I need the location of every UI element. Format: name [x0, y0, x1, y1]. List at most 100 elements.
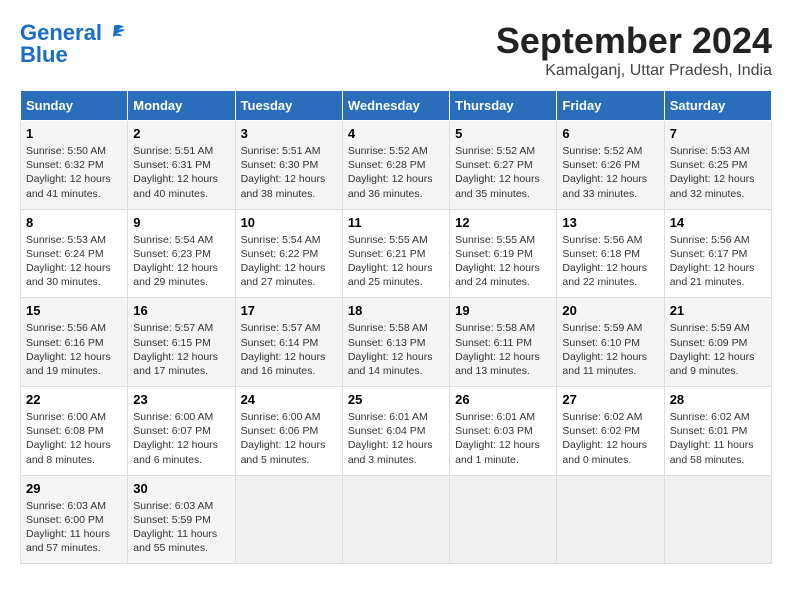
- day-cell: 21Sunrise: 5:59 AM Sunset: 6:09 PM Dayli…: [664, 298, 771, 387]
- day-cell: [235, 475, 342, 564]
- day-number: 18: [348, 303, 444, 318]
- header-tuesday: Tuesday: [235, 91, 342, 121]
- header-wednesday: Wednesday: [342, 91, 449, 121]
- day-cell: 11 Sunrise: 5:55 AM Sunset: 6:21 PM Dayli…: [342, 209, 449, 298]
- day-cell: 2 Sunrise: 5:51 AM Sunset: 6:31 PM Daylig…: [128, 121, 235, 210]
- day-cell: 20 Sunrise: 5:59 AM Sunset: 6:10 PM Dayli…: [557, 298, 664, 387]
- day-info-text: Sunrise: 5:53 AM Sunset: 6:24 PM Dayligh…: [26, 234, 111, 289]
- day-number: 14: [670, 215, 766, 230]
- day-number: 19: [455, 303, 551, 318]
- day-number: 6: [562, 126, 658, 141]
- calendar-table: SundayMondayTuesdayWednesdayThursdayFrid…: [20, 90, 772, 564]
- day-number: 11: [348, 215, 444, 230]
- day-info-text: Sunrise: 5:57 AM Sunset: 6:15 PM Dayligh…: [133, 322, 218, 377]
- day-cell: 12Sunrise: 5:55 AM Sunset: 6:19 PM Dayli…: [450, 209, 557, 298]
- day-cell: 10Sunrise: 5:54 AM Sunset: 6:22 PM Dayli…: [235, 209, 342, 298]
- logo: General Blue: [20, 20, 126, 68]
- day-number: 4: [348, 126, 444, 141]
- day-info-text: Sunrise: 5:56 AM Sunset: 6:16 PM Dayligh…: [26, 322, 111, 377]
- day-cell: 19 Sunrise: 5:58 AM Sunset: 6:11 PM Dayli…: [450, 298, 557, 387]
- month-title: September 2024: [496, 20, 772, 62]
- day-cell: 8 Sunrise: 5:53 AM Sunset: 6:24 PM Daylig…: [21, 209, 128, 298]
- day-cell: 3 Sunrise: 5:51 AM Sunset: 6:30 PM Daylig…: [235, 121, 342, 210]
- day-cell: 6 Sunrise: 5:52 AM Sunset: 6:26 PM Daylig…: [557, 121, 664, 210]
- day-info-text: Sunrise: 5:54 AM Sunset: 6:23 PM Dayligh…: [133, 234, 218, 289]
- day-cell: 26 Sunrise: 6:01 AM Sunset: 6:03 PM Dayli…: [450, 387, 557, 476]
- day-number: 30: [133, 481, 229, 496]
- day-cell: 29Sunrise: 6:03 AM Sunset: 6:00 PM Dayli…: [21, 475, 128, 564]
- day-number: 24: [241, 392, 337, 407]
- day-info-text: Sunrise: 6:02 AM Sunset: 6:02 PM Dayligh…: [562, 411, 647, 466]
- day-cell: 13 Sunrise: 5:56 AM Sunset: 6:18 PM Dayli…: [557, 209, 664, 298]
- day-number: 7: [670, 126, 766, 141]
- day-info-text: Sunrise: 6:02 AM Sunset: 6:01 PM Dayligh…: [670, 411, 754, 466]
- day-info-text: Sunrise: 5:55 AM Sunset: 6:19 PM Dayligh…: [455, 234, 540, 289]
- day-cell: 23Sunrise: 6:00 AM Sunset: 6:07 PM Dayli…: [128, 387, 235, 476]
- day-number: 16: [133, 303, 229, 318]
- day-number: 27: [562, 392, 658, 407]
- day-info-text: Sunrise: 5:50 AM Sunset: 6:32 PM Dayligh…: [26, 145, 111, 200]
- day-cell: 9 Sunrise: 5:54 AM Sunset: 6:23 PM Daylig…: [128, 209, 235, 298]
- day-info-text: Sunrise: 5:57 AM Sunset: 6:14 PM Dayligh…: [241, 322, 326, 377]
- day-cell: 24 Sunrise: 6:00 AM Sunset: 6:06 PM Dayli…: [235, 387, 342, 476]
- day-number: 5: [455, 126, 551, 141]
- day-number: 8: [26, 215, 122, 230]
- day-cell: 14 Sunrise: 5:56 AM Sunset: 6:17 PM Dayli…: [664, 209, 771, 298]
- day-info-text: Sunrise: 5:59 AM Sunset: 6:09 PM Dayligh…: [670, 322, 755, 377]
- logo-blue-text: Blue: [20, 42, 68, 68]
- calendar-body: 1 Sunrise: 5:50 AM Sunset: 6:32 PM Daylig…: [21, 121, 772, 564]
- day-cell: 7 Sunrise: 5:53 AM Sunset: 6:25 PM Daylig…: [664, 121, 771, 210]
- day-cell: 27 Sunrise: 6:02 AM Sunset: 6:02 PM Dayli…: [557, 387, 664, 476]
- day-info-text: Sunrise: 6:01 AM Sunset: 6:04 PM Dayligh…: [348, 411, 433, 466]
- day-info-text: Sunrise: 5:52 AM Sunset: 6:28 PM Dayligh…: [348, 145, 433, 200]
- day-cell: 22 Sunrise: 6:00 AM Sunset: 6:08 PM Dayli…: [21, 387, 128, 476]
- day-info-text: Sunrise: 5:59 AM Sunset: 6:10 PM Dayligh…: [562, 322, 647, 377]
- header-saturday: Saturday: [664, 91, 771, 121]
- day-cell: 1 Sunrise: 5:50 AM Sunset: 6:32 PM Daylig…: [21, 121, 128, 210]
- header-row: SundayMondayTuesdayWednesdayThursdayFrid…: [21, 91, 772, 121]
- day-cell: [664, 475, 771, 564]
- day-info-text: Sunrise: 5:56 AM Sunset: 6:17 PM Dayligh…: [670, 234, 755, 289]
- day-info-text: Sunrise: 5:52 AM Sunset: 6:27 PM Dayligh…: [455, 145, 540, 200]
- day-cell: 18Sunrise: 5:58 AM Sunset: 6:13 PM Dayli…: [342, 298, 449, 387]
- week-row-3: 15Sunrise: 5:56 AM Sunset: 6:16 PM Dayli…: [21, 298, 772, 387]
- day-info-text: Sunrise: 6:00 AM Sunset: 6:08 PM Dayligh…: [26, 411, 111, 466]
- day-number: 9: [133, 215, 229, 230]
- day-cell: 16 Sunrise: 5:57 AM Sunset: 6:15 PM Dayli…: [128, 298, 235, 387]
- day-info-text: Sunrise: 5:56 AM Sunset: 6:18 PM Dayligh…: [562, 234, 647, 289]
- day-cell: [342, 475, 449, 564]
- day-info-text: Sunrise: 6:01 AM Sunset: 6:03 PM Dayligh…: [455, 411, 540, 466]
- day-number: 28: [670, 392, 766, 407]
- day-info-text: Sunrise: 5:52 AM Sunset: 6:26 PM Dayligh…: [562, 145, 647, 200]
- day-number: 20: [562, 303, 658, 318]
- day-number: 25: [348, 392, 444, 407]
- day-number: 17: [241, 303, 337, 318]
- day-info-text: Sunrise: 5:53 AM Sunset: 6:25 PM Dayligh…: [670, 145, 755, 200]
- day-cell: 25 Sunrise: 6:01 AM Sunset: 6:04 PM Dayli…: [342, 387, 449, 476]
- day-number: 1: [26, 126, 122, 141]
- day-info-text: Sunrise: 6:00 AM Sunset: 6:07 PM Dayligh…: [133, 411, 218, 466]
- day-number: 26: [455, 392, 551, 407]
- week-row-5: 29Sunrise: 6:03 AM Sunset: 6:00 PM Dayli…: [21, 475, 772, 564]
- calendar-header: SundayMondayTuesdayWednesdayThursdayFrid…: [21, 91, 772, 121]
- day-cell: 4 Sunrise: 5:52 AM Sunset: 6:28 PM Daylig…: [342, 121, 449, 210]
- week-row-4: 22 Sunrise: 6:00 AM Sunset: 6:08 PM Dayli…: [21, 387, 772, 476]
- day-info-text: Sunrise: 5:58 AM Sunset: 6:11 PM Dayligh…: [455, 322, 540, 377]
- day-cell: 28 Sunrise: 6:02 AM Sunset: 6:01 PM Dayli…: [664, 387, 771, 476]
- day-number: 29: [26, 481, 122, 496]
- day-number: 2: [133, 126, 229, 141]
- day-info-text: Sunrise: 5:51 AM Sunset: 6:31 PM Dayligh…: [133, 145, 218, 200]
- page-header: General Blue September 2024 Kamalganj, U…: [20, 20, 772, 80]
- day-number: 3: [241, 126, 337, 141]
- day-cell: [450, 475, 557, 564]
- calendar-title-area: September 2024 Kamalganj, Uttar Pradesh,…: [496, 20, 772, 80]
- day-info-text: Sunrise: 5:55 AM Sunset: 6:21 PM Dayligh…: [348, 234, 433, 289]
- day-info-text: Sunrise: 5:51 AM Sunset: 6:30 PM Dayligh…: [241, 145, 326, 200]
- location-text: Kamalganj, Uttar Pradesh, India: [496, 62, 772, 80]
- day-cell: 30Sunrise: 6:03 AM Sunset: 5:59 PM Dayli…: [128, 475, 235, 564]
- day-number: 13: [562, 215, 658, 230]
- day-cell: 17 Sunrise: 5:57 AM Sunset: 6:14 PM Dayli…: [235, 298, 342, 387]
- day-info-text: Sunrise: 6:00 AM Sunset: 6:06 PM Dayligh…: [241, 411, 326, 466]
- header-sunday: Sunday: [21, 91, 128, 121]
- day-number: 22: [26, 392, 122, 407]
